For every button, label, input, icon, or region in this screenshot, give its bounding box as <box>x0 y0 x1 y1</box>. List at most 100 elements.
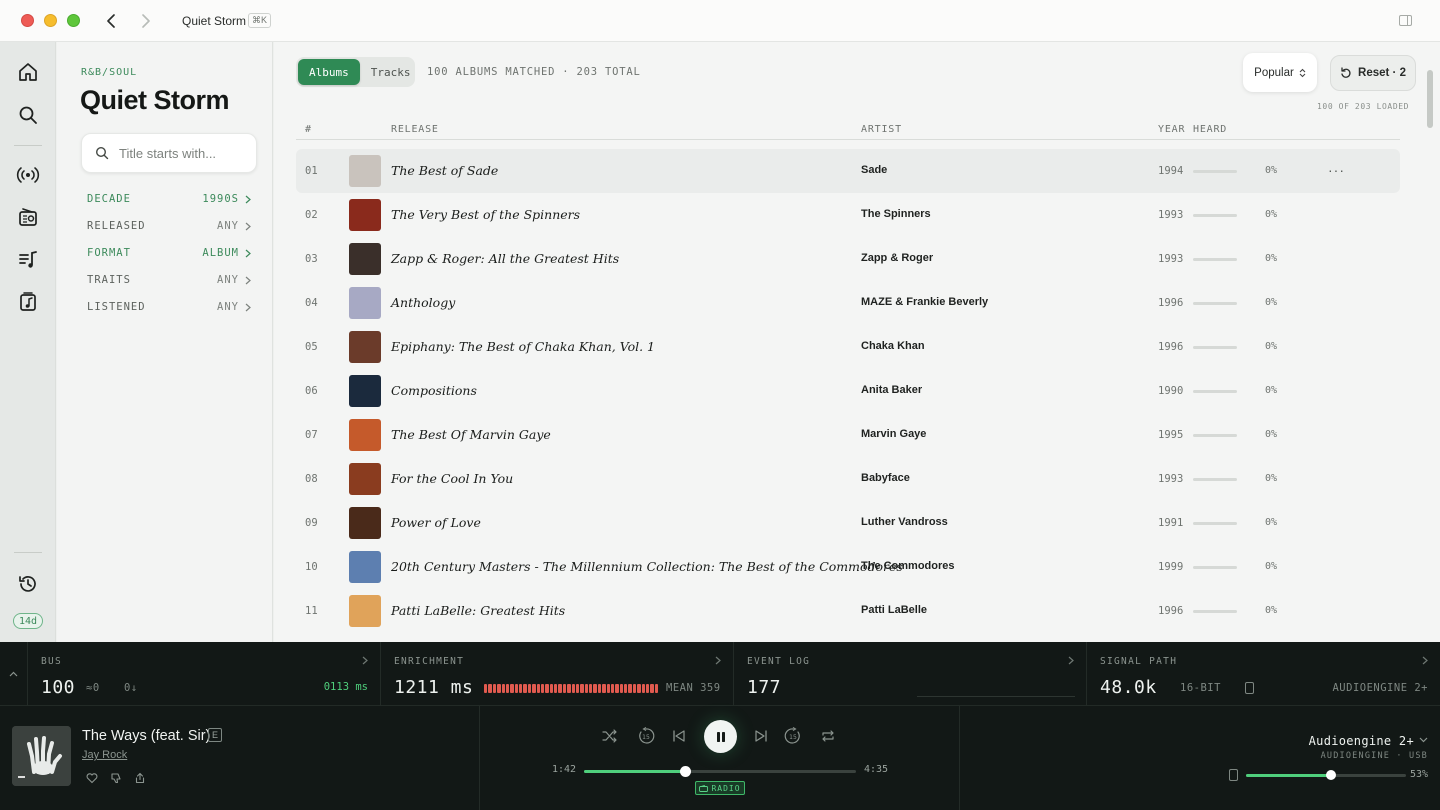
artist-name[interactable]: Chaka Khan <box>861 340 925 352</box>
thumbs-down-icon[interactable] <box>110 772 122 784</box>
album-cover[interactable] <box>349 595 381 627</box>
album-cover[interactable] <box>349 419 381 451</box>
filter-listened[interactable]: LISTENED ANY <box>87 299 251 315</box>
volume-knob[interactable] <box>1325 770 1336 780</box>
command-palette-shortcut[interactable]: ⌘K <box>248 13 272 28</box>
rewind-15-icon[interactable]: 15 <box>637 727 655 745</box>
artist-name[interactable]: Luther Vandross <box>861 516 948 528</box>
progress-slider[interactable] <box>584 766 856 777</box>
previous-track-icon[interactable] <box>670 727 688 745</box>
album-cover[interactable] <box>349 551 381 583</box>
reset-filters-button[interactable]: Reset · 2 <box>1330 55 1416 91</box>
filter-traits[interactable]: TRAITS ANY <box>87 272 251 288</box>
now-playing-artwork[interactable] <box>12 726 71 786</box>
artist-name[interactable]: MAZE & Frankie Beverly <box>861 296 988 308</box>
playlist-icon[interactable] <box>16 248 40 272</box>
forward-15-icon[interactable]: 15 <box>784 727 802 745</box>
album-cover[interactable] <box>349 287 381 319</box>
zoom-window-button[interactable] <box>67 14 80 27</box>
release-title[interactable]: The Best of Sade <box>391 163 498 178</box>
release-title[interactable]: Epiphany: The Best of Chaka Khan, Vol. 1 <box>391 339 655 354</box>
album-cover[interactable] <box>349 331 381 363</box>
release-title[interactable]: The Best Of Marvin Gaye <box>391 427 551 442</box>
chevron-down-icon[interactable] <box>1419 737 1428 743</box>
artist-name[interactable]: The Commodores <box>861 560 955 572</box>
volume-slider[interactable] <box>1246 770 1406 780</box>
filter-format[interactable]: FORMAT ALBUM <box>87 245 251 261</box>
genre-tag[interactable]: R&B/SOUL <box>81 67 137 78</box>
album-cover[interactable] <box>349 507 381 539</box>
artist-name[interactable]: The Spinners <box>861 208 931 220</box>
filter-released[interactable]: RELEASED ANY <box>87 218 251 234</box>
table-row[interactable]: 07 The Best Of Marvin Gaye Marvin Gaye 1995… <box>296 413 1400 457</box>
event-log-panel[interactable]: EVENT LOG 177 <box>735 642 1087 706</box>
shuffle-icon[interactable] <box>601 727 619 745</box>
toggle-sidebar-icon[interactable] <box>1399 15 1412 26</box>
artist-name[interactable]: Marvin Gaye <box>861 428 926 440</box>
col-release[interactable]: RELEASE <box>391 124 439 135</box>
artist-name[interactable]: Anita Baker <box>861 384 922 396</box>
sort-dropdown[interactable]: Popular <box>1243 53 1317 92</box>
table-row[interactable]: 09 Power of Love Luther Vandross 1991 0% <box>296 501 1400 545</box>
repeat-icon[interactable] <box>819 727 837 745</box>
release-title[interactable]: Zapp & Roger: All the Greatest Hits <box>391 251 619 266</box>
artist-name[interactable]: Sade <box>861 164 887 176</box>
bus-panel[interactable]: BUS 100 ≈0 0↓ 0113 ms <box>29 642 381 706</box>
back-arrow-icon[interactable] <box>104 12 120 30</box>
signal-path-panel[interactable]: SIGNAL PATH 48.0k 16-BIT AUDIOENGINE 2+ <box>1088 642 1440 706</box>
artist-name[interactable]: Babyface <box>861 472 910 484</box>
table-row[interactable]: 08 For the Cool In You Babyface 1993 0% <box>296 457 1400 501</box>
tab-albums[interactable]: Albums <box>298 59 360 85</box>
col-year[interactable]: YEAR <box>1158 124 1185 135</box>
more-options-icon[interactable]: ··· <box>1328 162 1345 178</box>
close-window-button[interactable] <box>21 14 34 27</box>
release-title[interactable]: Patti LaBelle: Greatest Hits <box>391 603 565 618</box>
home-icon[interactable] <box>16 60 40 84</box>
album-cover[interactable] <box>349 243 381 275</box>
collapse-stats-button[interactable] <box>0 642 28 706</box>
col-num[interactable]: # <box>305 124 312 135</box>
release-title[interactable]: Power of Love <box>391 515 481 530</box>
album-cover[interactable] <box>349 155 381 187</box>
enrichment-panel[interactable]: ENRICHMENT 1211 ms MEAN 359 <box>382 642 734 706</box>
release-title[interactable]: Compositions <box>391 383 477 398</box>
track-title[interactable]: The Ways (feat. Sir) <box>82 728 210 744</box>
table-row[interactable]: 04 Anthology MAZE & Frankie Beverly 1996 0% <box>296 281 1400 325</box>
history-icon[interactable] <box>16 572 40 596</box>
col-artist[interactable]: ARTIST <box>861 124 902 135</box>
search-box[interactable] <box>81 133 257 173</box>
tab-tracks[interactable]: Tracks <box>360 59 422 85</box>
history-range-badge[interactable]: 14d <box>13 613 43 629</box>
title-search-input[interactable] <box>119 145 249 161</box>
next-track-icon[interactable] <box>752 727 770 745</box>
release-title[interactable]: For the Cool In You <box>391 471 513 486</box>
track-artist-link[interactable]: Jay Rock <box>82 749 127 761</box>
release-title[interactable]: Anthology <box>391 295 455 310</box>
heart-icon[interactable] <box>86 772 98 784</box>
release-title[interactable]: 20th Century Masters - The Millennium Co… <box>391 559 903 574</box>
album-cover[interactable] <box>349 463 381 495</box>
table-row[interactable]: 01 The Best of Sade Sade 1994 0% ··· <box>296 149 1400 193</box>
progress-knob[interactable] <box>679 766 691 777</box>
search-icon[interactable] <box>16 103 40 127</box>
artist-name[interactable]: Zapp & Roger <box>861 252 933 264</box>
table-row[interactable]: 05 Epiphany: The Best of Chaka Khan, Vol.… <box>296 325 1400 369</box>
album-cover[interactable] <box>349 199 381 231</box>
table-scrollbar[interactable] <box>1427 70 1433 128</box>
broadcast-icon[interactable] <box>16 163 40 187</box>
forward-arrow-icon[interactable] <box>137 12 153 30</box>
table-row[interactable]: 03 Zapp & Roger: All the Greatest Hits Zap… <box>296 237 1400 281</box>
artist-name[interactable]: Patti LaBelle <box>861 604 927 616</box>
album-cover[interactable] <box>349 375 381 407</box>
table-row[interactable]: 06 Compositions Anita Baker 1990 0% <box>296 369 1400 413</box>
minimize-window-button[interactable] <box>44 14 57 27</box>
filter-decade[interactable]: DECADE 1990S <box>87 191 251 207</box>
table-row[interactable]: 10 20th Century Masters - The Millennium … <box>296 545 1400 589</box>
output-device-name[interactable]: Audioengine 2+ <box>1309 734 1414 748</box>
music-library-icon[interactable] <box>16 290 40 314</box>
col-heard[interactable]: HEARD <box>1193 124 1227 135</box>
table-row[interactable]: 11 Patti LaBelle: Greatest Hits Patti LaBe… <box>296 589 1400 633</box>
table-row[interactable]: 02 The Very Best of the Spinners The Spinn… <box>296 193 1400 237</box>
radio-badge[interactable]: RADIO <box>695 781 745 795</box>
radio-icon[interactable] <box>16 205 40 229</box>
